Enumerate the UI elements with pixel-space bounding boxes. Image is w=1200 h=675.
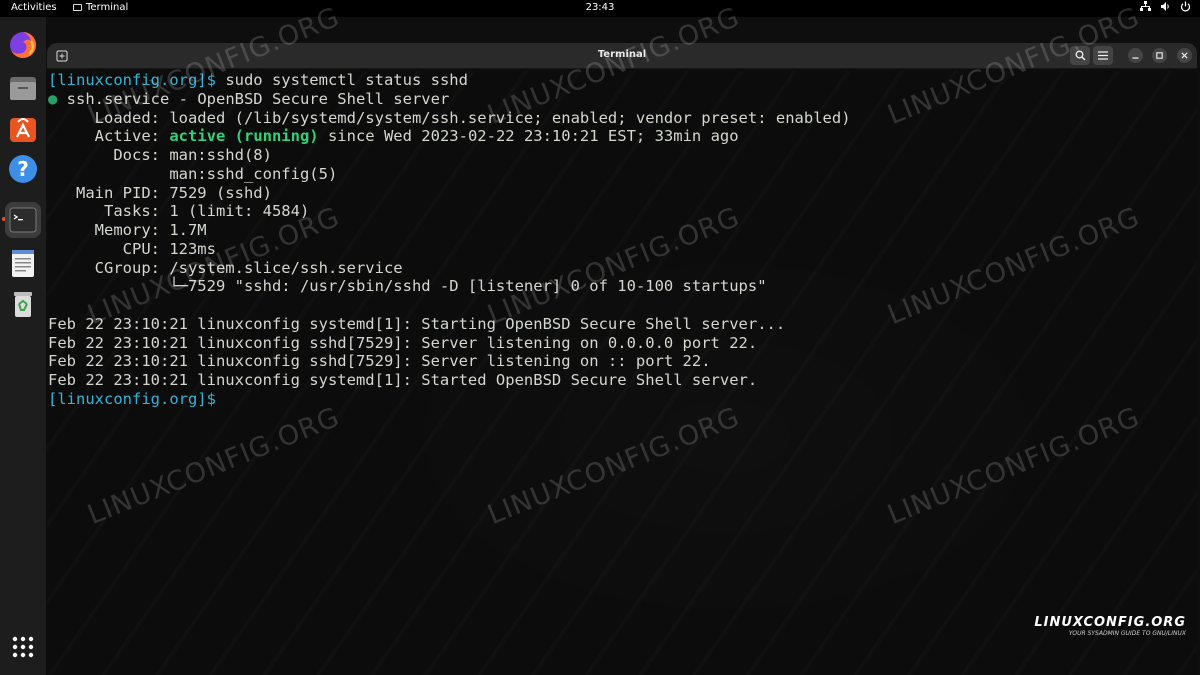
dock-help[interactable]: ? [7, 153, 39, 185]
activities-button[interactable]: Activities [11, 2, 57, 13]
close-icon [1181, 52, 1188, 59]
minimize-button[interactable] [1128, 48, 1143, 63]
dock: ? [0, 17, 46, 675]
menu-icon [1098, 51, 1108, 60]
terminal-icon [9, 207, 37, 233]
logo-text: LINUXCONFIG.ORG [1034, 615, 1186, 630]
dock-app-center[interactable] [7, 113, 39, 145]
app-center-icon [10, 118, 36, 142]
trash-icon [14, 292, 32, 317]
dock-text-editor[interactable] [7, 247, 39, 279]
log-line: Feb 22 23:10:21 linuxconfig systemd[1]: … [48, 371, 758, 389]
dock-terminal[interactable] [5, 202, 41, 238]
power-icon [1180, 1, 1191, 12]
show-apps-button[interactable] [10, 634, 36, 660]
log-line: Feb 22 23:10:21 linuxconfig sshd[7529]: … [48, 352, 711, 371]
text-editor-icon [12, 250, 34, 277]
files-icon [10, 77, 36, 100]
active-rest: since Wed 2023-02-22 23:10:21 EST; 33min… [318, 127, 739, 146]
new-tab-icon [56, 50, 68, 62]
dock-trash[interactable] [7, 288, 39, 320]
dock-firefox[interactable] [7, 29, 39, 61]
terminal-output[interactable]: [linuxconfig.org]$ sudo systemctl status… [47, 71, 1197, 675]
app-menu[interactable]: Terminal [73, 2, 128, 13]
clock[interactable]: 23:43 [586, 2, 615, 13]
new-tab-button[interactable] [54, 48, 70, 64]
docs-line: Docs: man:sshd(8) [48, 146, 272, 164]
active-state: active (running) [169, 127, 319, 146]
top-bar: Activities Terminal 23:43 [0, 0, 1200, 17]
command: sudo systemctl status sshd [215, 71, 468, 89]
tasks-line: Tasks: 1 (limit: 4584) [48, 202, 310, 221]
linuxconfig-logo: LINUXCONFIG.ORG YOUR SYSADMIN GUIDE TO G… [1034, 615, 1186, 637]
terminal-icon [73, 4, 82, 11]
terminal-window[interactable]: Terminal [linuxconfig.org]$ sudo systemc… [47, 43, 1197, 675]
dock-files[interactable] [7, 72, 39, 104]
minimize-icon [1132, 57, 1139, 59]
network-icon [1140, 1, 1151, 11]
close-button[interactable] [1177, 48, 1192, 63]
firefox-icon [10, 32, 36, 58]
svg-text:?: ? [17, 157, 29, 181]
maximize-icon [1156, 52, 1163, 59]
prompt: [linuxconfig.org]$ [48, 389, 216, 408]
app-menu-label: Terminal [86, 2, 129, 13]
active-label: Active: [48, 127, 170, 146]
status-bullet: ● [48, 89, 58, 108]
logo-tagline: YOUR SYSADMIN GUIDE TO GNU/LINUX [1068, 630, 1186, 637]
volume-icon [1161, 2, 1169, 11]
docs-line-2: man:sshd_config(5) [48, 164, 338, 183]
memory-line: Memory: 1.7M [48, 221, 207, 239]
main-pid-line: Main PID: 7529 (sshd) [48, 183, 272, 202]
loaded-line: Loaded: loaded (/lib/systemd/system/ssh.… [48, 108, 851, 127]
help-icon: ? [9, 155, 37, 183]
log-line: Feb 22 23:10:21 linuxconfig sshd[7529]: … [48, 333, 758, 352]
app-grid-icon [12, 636, 34, 658]
log-line: Feb 22 23:10:21 linuxconfig systemd[1]: … [48, 314, 786, 333]
maximize-button[interactable] [1152, 48, 1167, 63]
cpu-line: CPU: 123ms [48, 239, 216, 258]
system-tray[interactable] [1140, 1, 1191, 12]
